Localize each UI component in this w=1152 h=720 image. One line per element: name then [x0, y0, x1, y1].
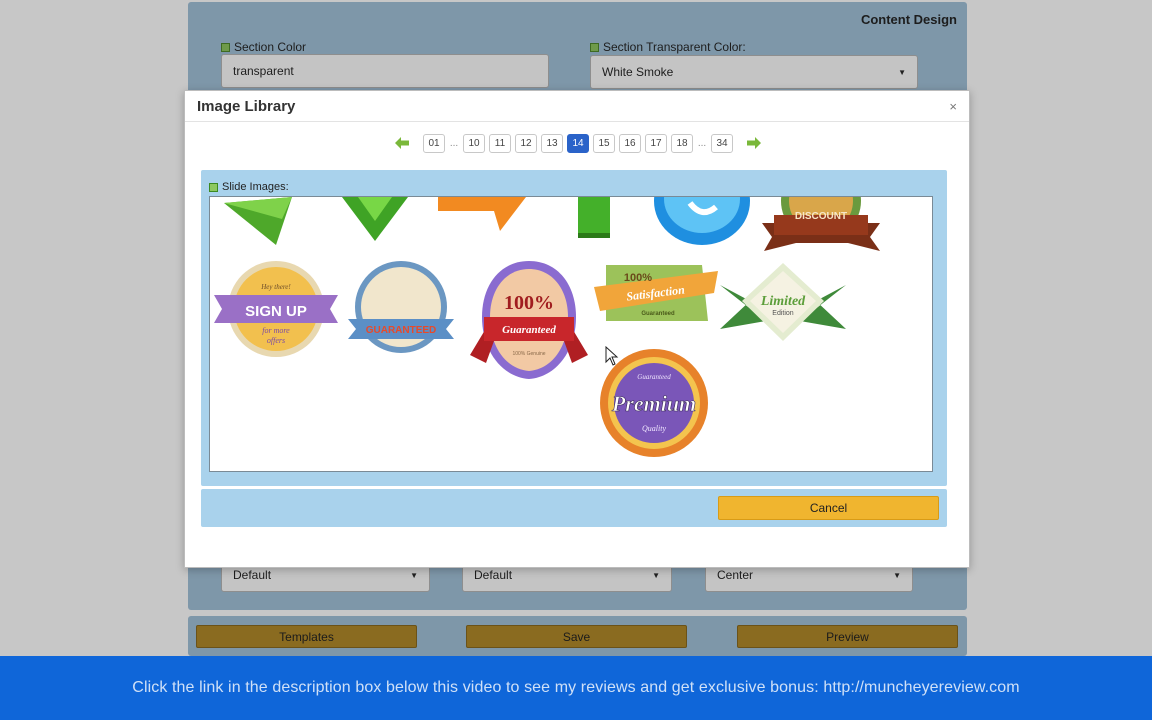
promo-banner: Click the link in the description box be…: [0, 656, 1152, 720]
orange-arrow-badge[interactable]: [438, 197, 528, 233]
green-arrow-badge[interactable]: [222, 197, 312, 247]
badge-text: 100%: [504, 292, 554, 314]
action-bar: Templates Save Preview: [188, 616, 967, 656]
guaranteed-100-badge[interactable]: 100% Guaranteed 100% Genuine: [468, 259, 590, 385]
badge-text: Premium: [611, 391, 696, 416]
modal-title: Image Library: [197, 98, 296, 115]
close-icon[interactable]: ×: [949, 99, 957, 114]
templates-button[interactable]: Templates: [196, 625, 417, 648]
page-link[interactable]: 34: [711, 133, 733, 153]
badge-text: Guaranteed: [502, 324, 556, 336]
badge-text: offers: [267, 336, 285, 345]
checkbox-icon: [209, 182, 218, 192]
badge-text: GUARANTEED: [366, 325, 437, 336]
badge-text: Edition: [772, 310, 794, 317]
page-link-current[interactable]: 14: [567, 133, 589, 153]
badge-text: Limited: [760, 294, 806, 309]
badge-text: Guaranteed: [641, 311, 675, 317]
section-transparent-color-label: Section Transparent Color:: [590, 40, 746, 54]
next-page-arrow-icon[interactable]: [745, 134, 763, 152]
page-title: Content Design: [860, 12, 957, 27]
page-link[interactable]: 11: [489, 133, 511, 153]
page-link[interactable]: 17: [645, 133, 667, 153]
skype-badge[interactable]: [652, 197, 752, 247]
sign-up-badge[interactable]: Hey there! SIGN UP for more offers: [214, 259, 338, 359]
checkbox-icon: [221, 42, 230, 52]
prev-page-arrow-icon[interactable]: [393, 134, 411, 152]
page-link[interactable]: 18: [671, 133, 693, 153]
modal-header: Image Library ×: [185, 91, 969, 122]
badge-text: DISCOUNT: [795, 211, 847, 222]
pagination-ellipsis: ...: [697, 137, 707, 149]
badge-text: Quality: [642, 424, 666, 433]
chevron-down-icon: ▼: [898, 67, 906, 77]
guaranteed-seal-badge[interactable]: GUARANTEED: [346, 261, 456, 357]
limited-edition-badge[interactable]: Limited Edition: [720, 261, 846, 345]
pagination: 01 ... 10 11 12 13 14 15 16 17 18 ... 34: [185, 133, 971, 153]
modal-footer: Cancel: [201, 489, 947, 527]
save-button[interactable]: Save: [466, 625, 687, 648]
image-library-modal: Image Library × 01 ... 10 11 12 13 14 15…: [184, 90, 970, 568]
badge-text: 100%: [624, 272, 652, 284]
discount-badge[interactable]: DISCOUNT: [760, 197, 886, 253]
slide-images-panel: Slide Images: DISCOUNT Hey there! SIGN U…: [201, 170, 947, 486]
satisfaction-badge[interactable]: 100% Satisfaction Guaranteed: [594, 261, 718, 331]
section-transparent-color-select[interactable]: White Smoke ▼: [590, 55, 918, 89]
page-link[interactable]: 16: [619, 133, 641, 153]
promo-text: Click the link in the description box be…: [132, 679, 1020, 696]
chevron-down-icon: ▼: [410, 570, 418, 580]
badge-text: 100% Genuine: [512, 351, 545, 357]
slide-images-label: Slide Images:: [209, 181, 289, 193]
badge-text: Hey there!: [260, 283, 291, 291]
badge-text: Guaranteed: [637, 373, 671, 381]
green-arrow-up-badge[interactable]: [574, 197, 618, 241]
section-color-label: Section Color: [221, 40, 306, 54]
pagination-ellipsis: ...: [449, 137, 459, 149]
page-link[interactable]: 10: [463, 133, 485, 153]
cancel-button[interactable]: Cancel: [718, 496, 939, 520]
page-link[interactable]: 01: [423, 133, 445, 153]
badge-text: for more: [262, 326, 290, 335]
chevron-down-icon: ▼: [652, 570, 660, 580]
checkbox-icon: [590, 42, 599, 52]
page-link[interactable]: 12: [515, 133, 537, 153]
chevron-down-icon: ▼: [893, 570, 901, 580]
green-down-arrow-badge[interactable]: [342, 197, 412, 243]
preview-button[interactable]: Preview: [737, 625, 958, 648]
badge-text: SIGN UP: [245, 303, 307, 320]
image-grid[interactable]: DISCOUNT Hey there! SIGN UP for more off…: [209, 196, 933, 472]
section-color-input[interactable]: transparent: [221, 54, 549, 88]
page-link[interactable]: 15: [593, 133, 615, 153]
mouse-pointer-icon: [605, 345, 619, 371]
page-link[interactable]: 13: [541, 133, 563, 153]
